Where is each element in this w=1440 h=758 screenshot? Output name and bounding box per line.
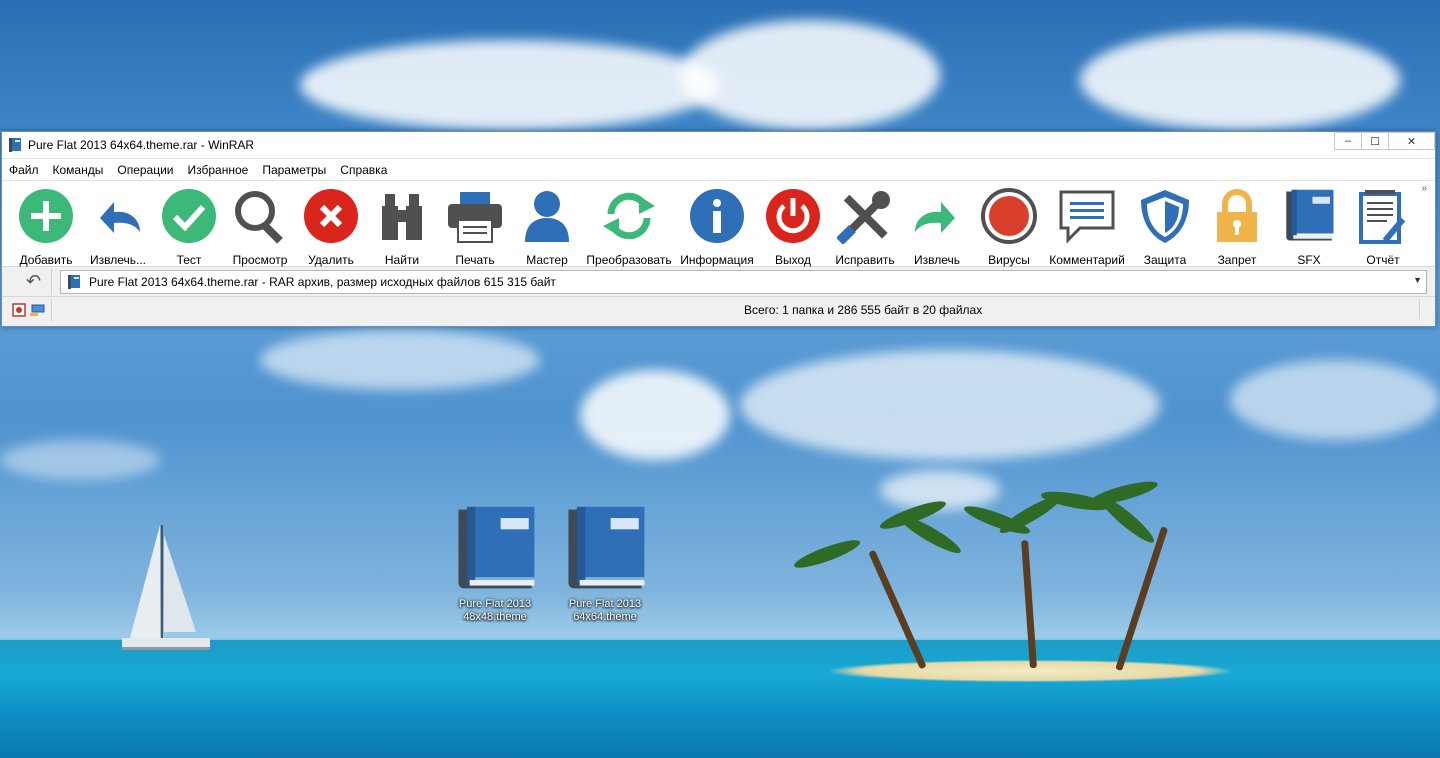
comment-label: Комментарий [1049, 253, 1125, 267]
comment-button[interactable]: Комментарий [1046, 181, 1128, 267]
sfx-book-icon [1286, 189, 1334, 241]
test-label: Тест [176, 253, 202, 267]
menu-bar: Файл Команды Операции Избранное Параметр… [2, 158, 1435, 180]
add-button[interactable]: Добавить [10, 181, 82, 267]
menu-options[interactable]: Параметры [262, 163, 326, 177]
network-icon[interactable] [30, 303, 46, 317]
menu-file[interactable]: Файл [9, 163, 39, 177]
status-summary: Всего: 1 папка и 286 555 байт в 20 файла… [744, 302, 983, 317]
toolbar-more-chevron[interactable]: » [1421, 183, 1427, 194]
repair-tools-icon [837, 191, 890, 244]
sfx-button[interactable]: SFX [1272, 181, 1346, 267]
convert-button[interactable]: Преобразовать [582, 181, 676, 267]
extract-to-label: Извлечь... [89, 253, 146, 267]
lock-icon [1217, 189, 1257, 242]
info-icon [690, 189, 744, 243]
print-icon [448, 192, 502, 243]
exit-label: Выход [775, 253, 811, 267]
protect-label: Защита [1143, 253, 1187, 267]
delete-label: Удалить [308, 253, 354, 267]
status-bar: Всего: 1 папка и 286 555 байт в 20 файла… [2, 296, 1435, 322]
desktop-wallpaper [0, 0, 1440, 758]
repair-button[interactable]: Исправить [828, 181, 902, 267]
desktop-icon-label-line2: 64x64.theme [573, 611, 637, 623]
drive-icon[interactable] [12, 302, 26, 317]
sfx-label: SFX [1297, 253, 1321, 267]
address-bar: ↶ Pure Flat 2013 64x64.theme.rar - RAR а… [2, 266, 1435, 296]
extract-label: Извлечь [913, 253, 960, 267]
extract-to-button[interactable]: Извлечь... [82, 181, 154, 267]
test-button[interactable]: Тест [154, 181, 224, 267]
minimize-button[interactable]: – [1334, 132, 1362, 150]
find-button[interactable]: Найти [366, 181, 438, 267]
add-label: Добавить [19, 253, 73, 267]
extract-button[interactable]: Извлечь [902, 181, 972, 267]
convert-label: Преобразовать [586, 253, 672, 267]
address-text: Pure Flat 2013 64x64.theme.rar - RAR арх… [89, 274, 556, 289]
menu-favorites[interactable]: Избранное [188, 163, 249, 177]
up-one-level-button[interactable]: ↶ [16, 268, 52, 295]
virus-scan-button[interactable]: Вирусы [972, 181, 1046, 267]
info-button[interactable]: Информация [676, 181, 758, 267]
archive-icon [68, 274, 80, 289]
address-field[interactable]: Pure Flat 2013 64x64.theme.rar - RAR арх… [60, 269, 1427, 294]
sailboat [122, 525, 210, 650]
report-icon [1359, 190, 1406, 244]
theme-book-icon [568, 506, 645, 589]
info-label: Информация [680, 253, 754, 267]
find-binoculars-icon [382, 194, 422, 240]
virus-scan-icon [981, 188, 1037, 244]
test-check-icon [162, 189, 216, 243]
view-magnifier-icon [235, 191, 283, 244]
winrar-app-icon [9, 138, 21, 152]
desktop-icon-theme-48[interactable]: Pure Flat 2013 48x48.theme [440, 504, 550, 624]
repair-label: Исправить [835, 253, 895, 267]
protect-shield-icon [1141, 190, 1189, 243]
lock-button[interactable]: Запрет [1202, 181, 1272, 267]
maximize-button[interactable]: ☐ [1361, 132, 1389, 150]
title-bar[interactable]: Pure Flat 2013 64x64.theme.rar - WinRAR … [2, 132, 1435, 158]
find-label: Найти [384, 253, 420, 267]
convert-icon [603, 192, 655, 240]
menu-help[interactable]: Справка [340, 163, 387, 177]
view-button[interactable]: Просмотр [224, 181, 296, 267]
report-label: Отчёт [1366, 253, 1400, 267]
address-dropdown-arrow[interactable]: ▼ [1413, 275, 1422, 285]
menu-commands[interactable]: Команды [53, 163, 104, 177]
wizard-button[interactable]: Мастер [512, 181, 582, 267]
window-title: Pure Flat 2013 64x64.theme.rar - WinRAR [28, 138, 255, 152]
desktop-icon-theme-64[interactable]: Pure Flat 2013 64x64.theme [550, 504, 660, 624]
theme-book-icon [458, 506, 535, 589]
wizard-label: Мастер [526, 253, 568, 267]
lock-label: Запрет [1217, 253, 1257, 267]
extract-to-icon [100, 202, 140, 233]
exit-button[interactable]: Выход [758, 181, 828, 267]
report-button[interactable]: Отчёт [1346, 181, 1420, 267]
desktop-icon-label-line1: Pure Flat 2013 [458, 598, 532, 610]
delete-icon [304, 189, 358, 243]
close-button[interactable]: ✕ [1388, 132, 1435, 150]
print-button[interactable]: Печать [438, 181, 512, 267]
desktop-icon-label-line1: Pure Flat 2013 [568, 598, 642, 610]
winrar-window: Pure Flat 2013 64x64.theme.rar - WinRAR … [1, 131, 1436, 327]
exit-power-icon [766, 189, 820, 243]
print-label: Печать [455, 253, 495, 267]
menu-operations[interactable]: Операции [117, 163, 173, 177]
extract-icon [915, 202, 955, 233]
desktop-icon-label-line2: 48x48.theme [463, 611, 527, 623]
toolbar: Добавить Извлечь... Тест Просмотр Удалит… [2, 180, 1435, 267]
resize-grip[interactable] [1419, 299, 1433, 319]
wizard-user-icon [525, 191, 569, 242]
add-icon [19, 189, 73, 243]
comment-icon [1059, 190, 1115, 244]
virus-scan-label: Вирусы [988, 253, 1030, 267]
delete-button[interactable]: Удалить [296, 181, 366, 267]
view-label: Просмотр [232, 253, 288, 267]
protect-button[interactable]: Защита [1128, 181, 1202, 267]
